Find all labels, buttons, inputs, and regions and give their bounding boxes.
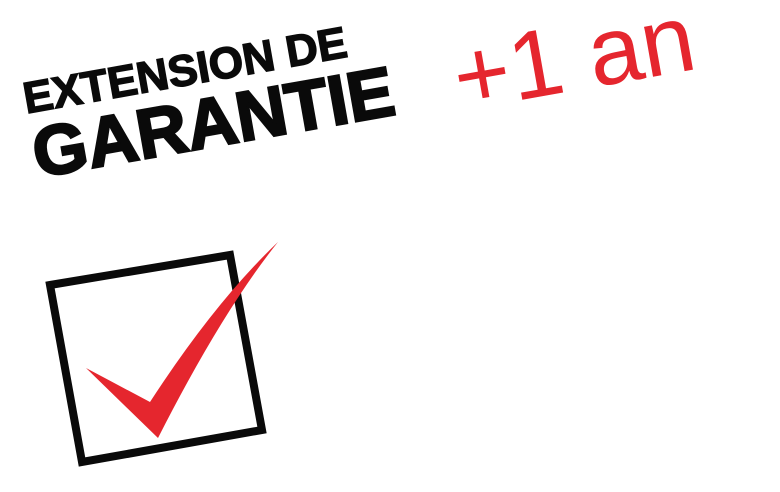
plus-one-year-text: +1 an — [444, 0, 703, 132]
warranty-extension-graphic: EXTENSION DE GARANTIE +1 an — [0, 0, 780, 492]
title-block: EXTENSION DE GARANTIE — [19, 15, 402, 193]
checked-box-icon — [45, 242, 278, 467]
